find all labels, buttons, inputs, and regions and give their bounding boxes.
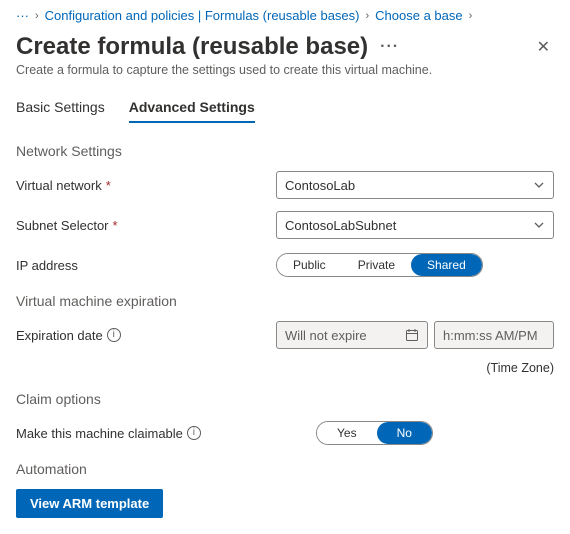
expiration-time-placeholder: h:mm:ss AM/PM	[443, 328, 538, 343]
chevron-right-icon: ›	[365, 10, 369, 22]
section-claim-heading: Claim options	[16, 391, 554, 407]
breadcrumb-ellipsis[interactable]: ···	[16, 8, 29, 23]
ip-label: IP address	[16, 258, 78, 273]
tab-basic-settings[interactable]: Basic Settings	[16, 99, 105, 123]
required-indicator: *	[106, 178, 111, 193]
subnet-label: Subnet Selector	[16, 218, 109, 233]
close-icon[interactable]: ✕	[533, 33, 554, 61]
page-title: Create formula (reusable base)	[16, 33, 368, 61]
section-network-heading: Network Settings	[16, 143, 554, 159]
breadcrumb-link-config[interactable]: Configuration and policies | Formulas (r…	[45, 8, 360, 23]
expiration-date-input[interactable]: Will not expire	[276, 321, 428, 349]
claimable-no[interactable]: No	[377, 422, 432, 444]
vnet-value: ContosoLab	[285, 178, 355, 193]
more-actions-button[interactable]: ···	[380, 38, 399, 56]
ip-segmented-control: Public Private Shared	[276, 253, 483, 277]
breadcrumb-link-choose-base[interactable]: Choose a base	[375, 8, 462, 23]
tab-advanced-settings[interactable]: Advanced Settings	[129, 99, 255, 123]
ip-option-private[interactable]: Private	[342, 254, 411, 276]
section-automation-heading: Automation	[16, 461, 554, 477]
claimable-yes[interactable]: Yes	[317, 422, 377, 444]
view-arm-template-button[interactable]: View ARM template	[16, 489, 163, 518]
subnet-value: ContosoLabSubnet	[285, 218, 396, 233]
chevron-right-icon: ›	[35, 10, 39, 22]
required-indicator: *	[113, 218, 118, 233]
ip-option-shared[interactable]: Shared	[411, 254, 482, 276]
section-expiration-heading: Virtual machine expiration	[16, 293, 554, 309]
vnet-select[interactable]: ContosoLab	[276, 171, 554, 199]
chevron-right-icon: ›	[469, 10, 473, 22]
tabs: Basic Settings Advanced Settings	[16, 99, 554, 123]
expiration-time-input[interactable]: h:mm:ss AM/PM	[434, 321, 554, 349]
expiration-date-label: Expiration date	[16, 328, 103, 343]
claimable-label: Make this machine claimable	[16, 426, 183, 441]
chevron-down-icon	[533, 179, 545, 191]
breadcrumb: ··· › Configuration and policies | Formu…	[16, 8, 554, 23]
expiration-date-value: Will not expire	[285, 328, 367, 343]
chevron-down-icon	[533, 219, 545, 231]
timezone-note: (Time Zone)	[16, 361, 554, 375]
ip-option-public[interactable]: Public	[277, 254, 342, 276]
info-icon[interactable]: i	[107, 328, 121, 342]
vnet-label: Virtual network	[16, 178, 102, 193]
calendar-icon	[405, 328, 419, 342]
subnet-select[interactable]: ContosoLabSubnet	[276, 211, 554, 239]
claimable-toggle: Yes No	[316, 421, 433, 445]
page-subtitle: Create a formula to capture the settings…	[16, 63, 554, 77]
info-icon[interactable]: i	[187, 426, 201, 440]
